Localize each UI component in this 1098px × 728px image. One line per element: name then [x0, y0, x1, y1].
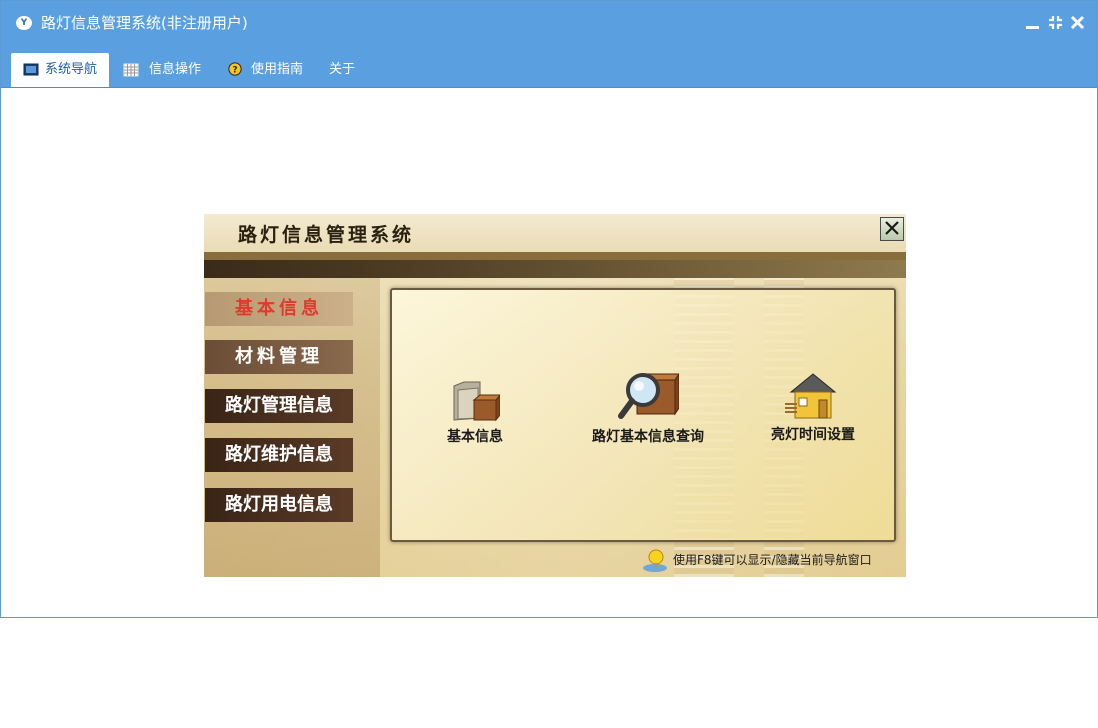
tab-label: 信息操作 [149, 62, 202, 77]
title-bar: Y 路灯信息管理系统(非注册用户) [1, 1, 1097, 45]
restore-button[interactable] [1047, 13, 1065, 33]
window-title: 路灯信息管理系统(非注册用户) [41, 14, 248, 32]
close-window-button[interactable] [1069, 13, 1087, 33]
sidebar: 基本信息 材料管理 路灯管理信息 路灯维护信息 路灯用电信息 [204, 278, 380, 577]
folder-box-icon [453, 381, 500, 422]
magnifier-box-icon [618, 373, 679, 419]
sidebar-item-material-management[interactable]: 材料管理 [205, 340, 353, 374]
sidebar-item-basic-info[interactable]: 基本信息 [205, 292, 353, 326]
panel-header: 路灯信息管理系统 [204, 214, 906, 252]
navigation-panel: 路灯信息管理系统 基本信息 材料管理 路灯管理信息 路灯维护信息 路灯用电信息 [204, 214, 906, 577]
function-label: 亮灯时间设置 [771, 427, 855, 443]
sidebar-item-light-management[interactable]: 路灯管理信息 [205, 389, 353, 423]
header-band [204, 252, 906, 260]
grid-icon [123, 63, 139, 77]
tab-label: 系统导航 [45, 62, 98, 77]
app-logo-icon: Y [16, 16, 32, 30]
minimize-button[interactable] [1024, 13, 1042, 33]
function-content-box: 基本信息 路灯基本信息查询 亮灯时间设置 [390, 288, 896, 542]
function-label: 基本信息 [447, 429, 503, 445]
sidebar-item-light-electricity[interactable]: 路灯用电信息 [205, 488, 353, 522]
close-icon [1070, 15, 1085, 30]
app-window: Y 路灯信息管理系统(非注册用户) 系统导航 信息操作 ? 使用指南 关于 路灯… [0, 0, 1098, 618]
function-label: 路灯基本信息查询 [592, 429, 704, 445]
close-icon [885, 221, 899, 235]
tab-label: 关于 [329, 62, 356, 77]
tab-about[interactable]: 关于 [329, 53, 369, 87]
tab-user-guide[interactable]: ? 使用指南 [227, 53, 317, 87]
svg-text:?: ? [232, 66, 237, 76]
function-light-info-query[interactable]: 路灯基本信息查询 [578, 366, 718, 446]
header-dark-band [204, 260, 906, 278]
hint-label: 使用F8键可以显示/隐藏当前导航窗口 [673, 553, 872, 567]
house-icon [785, 373, 837, 419]
minimize-icon [1026, 26, 1039, 29]
tab-label: 使用指南 [251, 62, 304, 77]
lightbulb-icon [643, 549, 667, 572]
panel-title: 路灯信息管理系统 [238, 224, 415, 246]
tab-system-navigation[interactable]: 系统导航 [11, 53, 109, 87]
help-icon: ? [228, 62, 242, 76]
monitor-icon [23, 63, 39, 76]
menu-bar: 系统导航 信息操作 ? 使用指南 关于 [1, 45, 1097, 88]
tab-information-operation[interactable]: 信息操作 [123, 53, 213, 87]
sidebar-item-light-maintenance[interactable]: 路灯维护信息 [205, 438, 353, 472]
restore-icon [1049, 16, 1062, 29]
panel-close-button[interactable] [880, 217, 904, 241]
function-basic-info[interactable]: 基本信息 [438, 378, 512, 446]
function-light-time-setting[interactable]: 亮灯时间设置 [758, 370, 868, 444]
